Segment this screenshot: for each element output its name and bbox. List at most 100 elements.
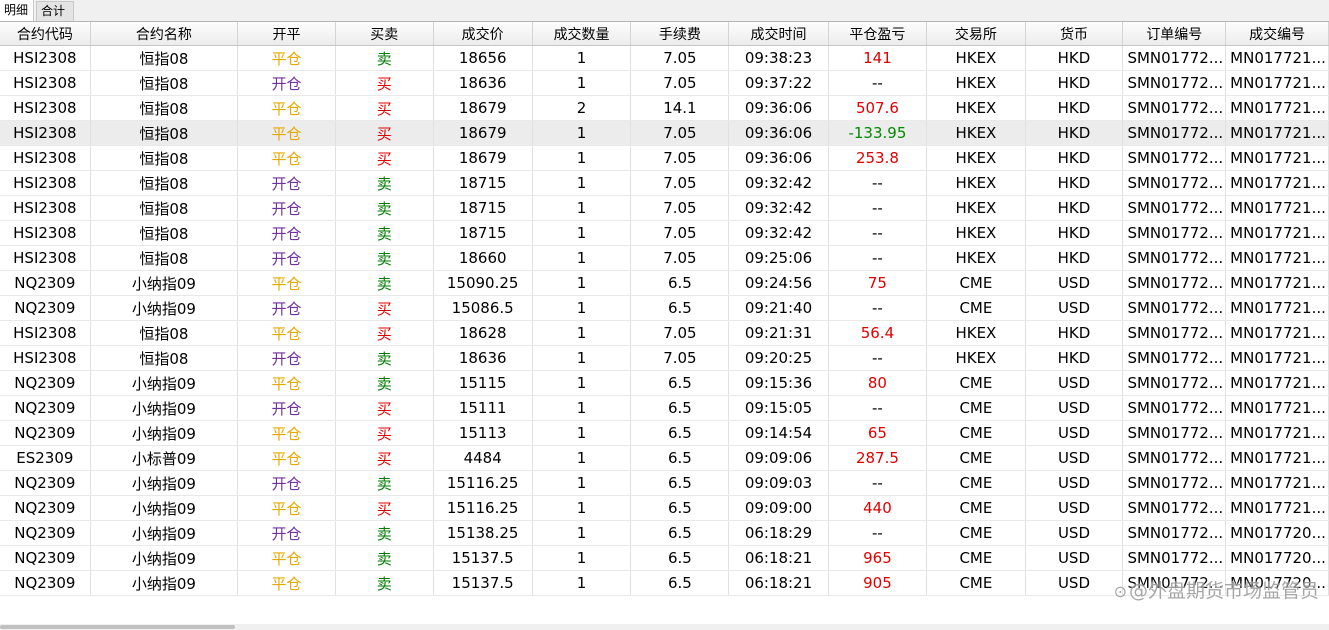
cell-quantity: 1 [532,120,632,146]
cell-fee: 6.5 [630,445,730,471]
cell-price: 15137.5 [433,570,533,596]
cell-close-pnl: -- [828,520,928,546]
cell-order-id: SMN01772... [1122,320,1227,346]
col-header-time[interactable]: 成交时间 [728,22,829,46]
table-row[interactable]: NQ2309 小纳指09 开仓买 15086.5 1 6.5 09:21:40 -- CME US… [0,295,1329,321]
cell-price: 15138.25 [433,520,533,546]
cell-trade-id: MN017721... [1225,45,1329,71]
cell-order-id: SMN01772... [1122,545,1227,571]
cell-exchange: CME [926,420,1026,446]
cell-side: 卖 [335,220,434,246]
table-row[interactable]: HSI2308 恒指08 平仓买 18628 1 7.05 09:21:31 56.4 HKEX… [0,320,1329,346]
cell-currency: USD [1025,395,1124,421]
table-row[interactable]: HSI2308 恒指08 开仓卖 18715 1 7.05 09:32:42 -- HKEX HK… [0,195,1329,221]
cell-side: 卖 [335,470,434,496]
cell-contract-name: 小纳指09 [90,545,239,571]
horizontal-scrollbar[interactable] [0,624,1329,630]
cell-side: 买 [335,495,434,521]
cell-price: 18628 [433,320,533,346]
table-row[interactable]: NQ2309 小纳指09 平仓买 15113 1 6.5 09:14:54 65 CME USD S… [0,420,1329,446]
cell-trade-id: MN017721... [1225,420,1329,446]
table-row[interactable]: HSI2308 恒指08 平仓买 18679 1 7.05 09:36:06 253.8 HKE… [0,145,1329,171]
cell-contract-code: NQ2309 [0,470,91,496]
table-row[interactable]: HSI2308 恒指08 平仓卖 18656 1 7.05 09:38:23 141 HKEX H… [0,45,1329,71]
cell-currency: HKD [1025,320,1124,346]
cell-open-close: 平仓 [237,270,336,296]
cell-order-id: SMN01772... [1122,95,1227,121]
cell-side: 卖 [335,370,434,396]
table-row[interactable]: HSI2308 恒指08 平仓买 18679 1 7.05 09:36:06 -133.95 H… [0,120,1329,146]
table-row[interactable]: NQ2309 小纳指09 平仓卖 15137.5 1 6.5 06:18:21 965 CME U… [0,545,1329,571]
cell-exchange: HKEX [926,220,1026,246]
table-row[interactable]: NQ2309 小纳指09 开仓卖 15116.25 1 6.5 09:09:03 -- CME U… [0,470,1329,496]
table-row[interactable]: NQ2309 小纳指09 开仓卖 15138.25 1 6.5 06:18:29 -- CME U… [0,520,1329,546]
table-row[interactable]: NQ2309 小纳指09 平仓买 15116.25 1 6.5 09:09:00 440 CME… [0,495,1329,521]
col-header-exchange[interactable]: 交易所 [926,22,1026,46]
cell-quantity: 1 [532,320,632,346]
col-header-fee[interactable]: 手续费 [630,22,730,46]
cell-side: 卖 [335,545,434,571]
cell-exchange: HKEX [926,45,1026,71]
cell-exchange: HKEX [926,170,1026,196]
table-row[interactable]: HSI2308 恒指08 平仓买 18679 2 14.1 09:36:06 507.6 HKE… [0,95,1329,121]
table-body: HSI2308 恒指08 平仓卖 18656 1 7.05 09:38:23 141 HKEX H… [0,45,1329,596]
table-row[interactable]: HSI2308 恒指08 开仓卖 18636 1 7.05 09:20:25 -- HKEX HK… [0,345,1329,371]
cell-currency: HKD [1025,195,1124,221]
cell-quantity: 1 [532,45,632,71]
cell-time: 09:36:06 [728,120,829,146]
cell-currency: USD [1025,295,1124,321]
cell-contract-name: 恒指08 [90,245,239,271]
cell-price: 18636 [433,345,533,371]
cell-side: 买 [335,120,434,146]
table-row[interactable]: NQ2309 小纳指09 平仓卖 15115 1 6.5 09:15:36 80 CME USD S… [0,370,1329,396]
cell-currency: USD [1025,545,1124,571]
table-row[interactable]: ES2309 小标普09 平仓买 4484 1 6.5 09:09:06 287.5 CME US… [0,445,1329,471]
table-row[interactable]: HSI2308 恒指08 开仓卖 18715 1 7.05 09:32:42 -- HKEX HK… [0,220,1329,246]
cell-fee: 6.5 [630,295,730,321]
cell-exchange: CME [926,495,1026,521]
table-row[interactable]: HSI2308 恒指08 开仓卖 18715 1 7.05 09:32:42 -- HKEX HK… [0,170,1329,196]
cell-order-id: SMN01772... [1122,270,1227,296]
cell-quantity: 1 [532,195,632,221]
tab-detail[interactable]: 明细 [0,0,34,21]
col-header-open-close[interactable]: 开平 [237,22,336,46]
cell-open-close: 开仓 [237,70,336,96]
cell-order-id: SMN01772... [1122,245,1227,271]
col-header-contract-name[interactable]: 合约名称 [90,22,239,46]
cell-fee: 6.5 [630,470,730,496]
cell-close-pnl: 507.6 [828,95,928,121]
cell-side: 买 [335,420,434,446]
cell-time: 09:38:23 [728,45,829,71]
scrollbar-thumb[interactable] [0,625,235,629]
cell-open-close: 平仓 [237,420,336,446]
cell-contract-name: 恒指08 [90,220,239,246]
col-header-contract-code[interactable]: 合约代码 [0,22,91,46]
cell-contract-name: 恒指08 [90,170,239,196]
cell-fee: 7.05 [630,70,730,96]
col-header-close-pnl[interactable]: 平仓盈亏 [828,22,928,46]
cell-price: 15116.25 [433,470,533,496]
cell-side: 卖 [335,170,434,196]
tab-summary[interactable]: 合计 [36,1,74,21]
col-header-trade-id[interactable]: 成交编号 [1225,22,1329,46]
cell-close-pnl: 141 [828,45,928,71]
cell-currency: HKD [1025,45,1124,71]
cell-currency: HKD [1025,245,1124,271]
table-row[interactable]: NQ2309 小纳指09 平仓卖 15090.25 1 6.5 09:24:56 75 CME U… [0,270,1329,296]
cell-price: 15090.25 [433,270,533,296]
col-header-price[interactable]: 成交价 [433,22,533,46]
cell-contract-code: ES2309 [0,445,91,471]
cell-time: 09:09:00 [728,495,829,521]
table-row[interactable]: NQ2309 小纳指09 开仓买 15111 1 6.5 09:15:05 -- CME USD S… [0,395,1329,421]
cell-close-pnl: 965 [828,545,928,571]
table-row[interactable]: HSI2308 恒指08 开仓买 18636 1 7.05 09:37:22 -- HKEX HK… [0,70,1329,96]
col-header-side[interactable]: 买卖 [335,22,434,46]
table-row[interactable]: HSI2308 恒指08 开仓卖 18660 1 7.05 09:25:06 -- HKEX HK… [0,245,1329,271]
cell-quantity: 1 [532,495,632,521]
cell-quantity: 1 [532,220,632,246]
col-header-order-id[interactable]: 订单编号 [1122,22,1227,46]
cell-trade-id: MN017721... [1225,170,1329,196]
col-header-currency[interactable]: 货币 [1025,22,1124,46]
cell-close-pnl: 287.5 [828,445,928,471]
col-header-quantity[interactable]: 成交数量 [532,22,632,46]
